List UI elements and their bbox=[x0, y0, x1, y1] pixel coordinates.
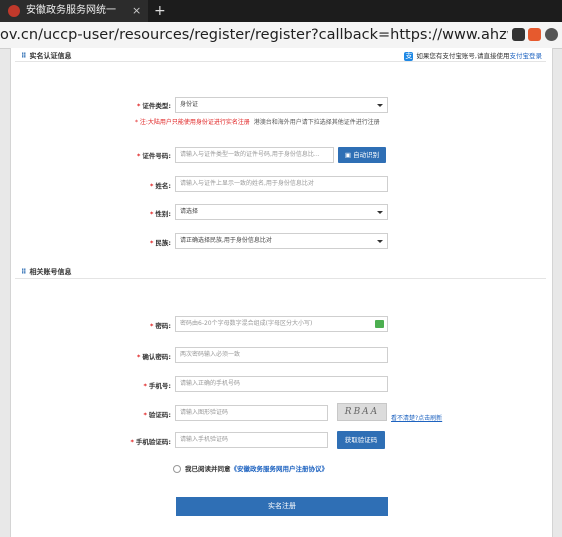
divider bbox=[15, 278, 546, 279]
password-key-icon[interactable] bbox=[375, 320, 384, 328]
camera-icon: ▣ bbox=[344, 151, 352, 159]
name-input[interactable]: 请输入与证件上显示一致的姓名,用于身份信息比对 bbox=[175, 176, 388, 192]
tab-title: 安徽政务服务网统一 bbox=[26, 5, 116, 16]
alipay-icon: 支 bbox=[404, 51, 414, 61]
captcha-image[interactable]: RBAA bbox=[337, 403, 387, 421]
cert-type-select[interactable]: 身份证 bbox=[175, 97, 388, 113]
cert-no-label: * 证件号码: bbox=[136, 152, 171, 160]
agree-checkbox[interactable] bbox=[173, 465, 181, 473]
sms-code-label: * 手机验证码: bbox=[130, 438, 171, 446]
gender-label: * 性别: bbox=[149, 210, 171, 218]
cert-type-label: * 证件类型: bbox=[136, 102, 171, 110]
chevron-down-icon bbox=[377, 104, 383, 107]
grid-icon: ⠿ bbox=[21, 268, 27, 276]
ethnic-select[interactable]: 请正确选择民族,用于身份信息比对 bbox=[175, 233, 388, 249]
auto-recognize-button[interactable]: ▣ 自动识别 bbox=[338, 147, 386, 163]
get-sms-code-button[interactable]: 获取验证码 bbox=[337, 431, 385, 449]
register-page: ⠿ 实名认证信息 支如果您有支付宝账号,请直接使用支付宝登录 * 证件类型: 身份证… bbox=[10, 48, 553, 537]
ethnic-label: * 民族: bbox=[149, 239, 171, 247]
url-field[interactable]: ov.cn/uccp-user/resources/register/regis… bbox=[0, 22, 508, 48]
cert-no-input[interactable]: 请输入与证件类型一致的证件号码,用于身份信息比... bbox=[175, 147, 334, 163]
captcha-label: * 验证码: bbox=[143, 411, 171, 419]
site-favicon-icon bbox=[8, 5, 20, 17]
section-realname-header: ⠿ 实名认证信息 bbox=[21, 52, 72, 60]
section-account-header: ⠿ 相关账号信息 bbox=[21, 268, 72, 276]
name-label: * 姓名: bbox=[149, 182, 171, 190]
new-tab-button[interactable]: + bbox=[154, 0, 166, 22]
browser-tab-bar: 安徽政务服务网统一 × + bbox=[0, 0, 562, 22]
extension-icon-3[interactable] bbox=[545, 28, 558, 41]
confirm-password-input[interactable]: 两次密码输入必须一致 bbox=[175, 347, 388, 363]
chevron-down-icon bbox=[377, 211, 383, 214]
password-input[interactable]: 密码由6-20个字母数字混合组成(字母区分大小写) bbox=[175, 316, 388, 332]
chevron-down-icon bbox=[377, 240, 383, 243]
gender-select[interactable]: 请选择 bbox=[175, 204, 388, 220]
address-bar: ov.cn/uccp-user/resources/register/regis… bbox=[0, 22, 562, 49]
agreement-link[interactable]: 《安徽政务服务网用户注册协议》 bbox=[231, 465, 329, 473]
alipay-hint: 支如果您有支付宝账号,请直接使用支付宝登录 bbox=[404, 51, 543, 61]
browser-tab[interactable]: 安徽政务服务网统一 × bbox=[0, 0, 148, 22]
submit-register-button[interactable]: 实名注册 bbox=[176, 497, 388, 516]
alipay-login-link[interactable]: 支付宝登录 bbox=[510, 52, 543, 60]
confirm-password-label: * 确认密码: bbox=[136, 353, 171, 361]
captcha-input[interactable]: 请输入图形验证码 bbox=[175, 405, 328, 421]
close-tab-icon[interactable]: × bbox=[132, 0, 141, 22]
agreement-row: 我已阅读并同意《安徽政务服务网用户注册协议》 bbox=[173, 463, 328, 473]
phone-label: * 手机号: bbox=[143, 382, 171, 390]
grid-icon: ⠿ bbox=[21, 52, 27, 60]
cert-note: * 注:大陆用户只能使用身份证进行实名注册 港澳台和海外用户请下拉选择其他证件进… bbox=[135, 119, 380, 126]
sms-code-input[interactable]: 请输入手机验证码 bbox=[175, 432, 328, 448]
password-label: * 密码: bbox=[149, 322, 171, 330]
divider bbox=[15, 61, 546, 62]
refresh-captcha-link[interactable]: 看不清楚?点击刷新 bbox=[391, 415, 443, 423]
extension-icon-2[interactable] bbox=[528, 28, 541, 41]
extension-icon[interactable] bbox=[512, 28, 525, 41]
phone-input[interactable]: 请输入正确的手机号码 bbox=[175, 376, 388, 392]
